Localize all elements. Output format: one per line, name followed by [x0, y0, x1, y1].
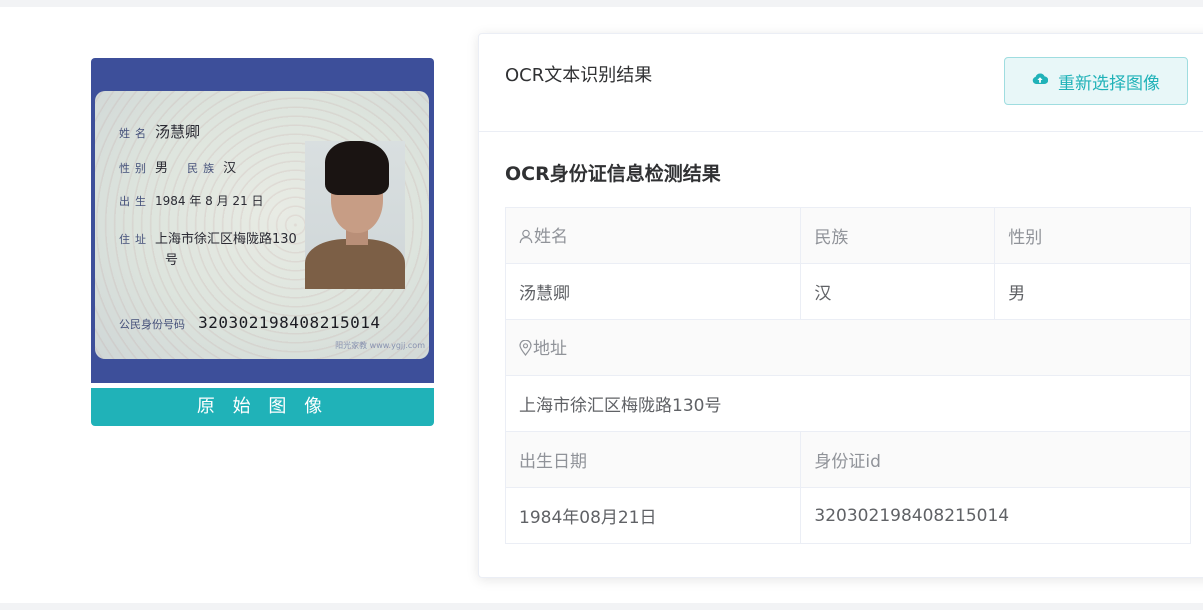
card-id-number: 320302198408215014 — [198, 313, 381, 332]
gender-value: 男 — [1008, 284, 1026, 304]
name-header-cell: 姓名 — [504, 207, 802, 264]
table-row: 汤慧卿 汉 男 — [504, 263, 1191, 320]
id-header-cell: 身份证id — [800, 431, 1191, 488]
name-value-cell: 汤慧卿 — [504, 263, 802, 320]
card-birth-value: 1984 年 8 月 21 日 — [155, 194, 264, 208]
gender-header: 性别 — [1008, 228, 1043, 248]
id-info-table: 姓名 民族 性别 汤慧卿 汉 男 地址 上海市徐汇区梅陇路130号 出生日期 身… — [504, 207, 1191, 544]
original-image-section: 姓名 汤慧卿 性别男 民族汉 出生 1984 年 8 月 21 日 住址 上海市徐汇区… — [91, 58, 434, 426]
card-gender-row: 性别男 民族汉 — [119, 157, 236, 176]
ethnicity-value-cell: 汉 — [800, 263, 996, 320]
table-row: 姓名 民族 性别 — [504, 207, 1191, 264]
ethnicity-value: 汉 — [814, 284, 832, 304]
card-name-value: 汤慧卿 — [155, 123, 201, 141]
reselect-image-button[interactable]: 重新选择图像 — [1004, 57, 1188, 105]
original-image-caption: 原 始 图 像 — [91, 388, 434, 426]
card-address-line1: 上海市徐汇区梅陇路130 — [155, 232, 297, 247]
card-id-label: 公民身份号码 — [119, 318, 185, 331]
name-header: 姓名 — [534, 227, 568, 247]
card-name-label: 姓名 — [119, 127, 151, 140]
birth-header: 出生日期 — [519, 452, 587, 472]
card-address-line2: 号 — [165, 253, 179, 268]
id-header: 身份证id — [814, 452, 881, 472]
id-card: 姓名 汤慧卿 性别男 民族汉 出生 1984 年 8 月 21 日 住址 上海市徐汇区… — [95, 91, 429, 359]
name-value: 汤慧卿 — [519, 284, 570, 304]
id-card-photo: 姓名 汤慧卿 性别男 民族汉 出生 1984 年 8 月 21 日 住址 上海市徐汇区… — [91, 58, 434, 383]
address-header: 地址 — [533, 339, 567, 359]
card-address-line2-row: 号 — [161, 249, 178, 268]
card-gender-label: 性别 — [119, 162, 151, 175]
page: 姓名 汤慧卿 性别男 民族汉 出生 1984 年 8 月 21 日 住址 上海市徐汇区… — [0, 7, 1203, 603]
card-ethnicity-value: 汉 — [223, 161, 237, 176]
cloud-upload-icon — [1032, 71, 1049, 91]
gender-header-cell: 性别 — [994, 207, 1191, 264]
user-icon — [519, 229, 533, 249]
card-address-row: 住址 上海市徐汇区梅陇路130 — [119, 228, 297, 247]
table-row: 1984年08月21日 320302198408215014 — [504, 487, 1191, 544]
ethnicity-header: 民族 — [814, 228, 849, 248]
table-row: 出生日期 身份证id — [504, 431, 1191, 488]
id-value: 320302198408215014 — [814, 505, 1010, 526]
table-row: 上海市徐汇区梅陇路130号 — [505, 375, 1191, 432]
card-address-label: 住址 — [119, 233, 151, 246]
address-value: 上海市徐汇区梅陇路130号 — [519, 396, 722, 416]
birth-header-cell: 出生日期 — [504, 431, 802, 488]
location-icon — [519, 339, 532, 361]
panel-title: OCR文本识别结果 — [505, 65, 653, 86]
card-name-row: 姓名 汤慧卿 — [119, 121, 200, 142]
address-value-cell: 上海市徐汇区梅陇路130号 — [505, 375, 1191, 432]
ethnicity-header-cell: 民族 — [800, 207, 996, 264]
card-birth-row: 出生 1984 年 8 月 21 日 — [119, 190, 264, 209]
gender-value-cell: 男 — [994, 263, 1191, 320]
id-value-cell: 320302198408215014 — [800, 487, 1191, 544]
section-title: OCR身份证信息检测结果 — [505, 163, 721, 185]
table-row: 地址 — [505, 319, 1191, 376]
card-birth-label: 出生 — [119, 195, 151, 208]
card-portrait — [305, 141, 405, 289]
birth-value: 1984年08月21日 — [519, 508, 657, 528]
panel-header: OCR文本识别结果 重新选择图像 — [479, 34, 1203, 132]
card-id-row: 公民身份号码 320302198408215014 — [119, 313, 380, 332]
card-ethnicity-label: 民族 — [187, 162, 220, 175]
ocr-result-panel: OCR文本识别结果 重新选择图像 OCR身份证信息检测结果 姓名 民族 性别 汤… — [478, 33, 1203, 578]
birth-value-cell: 1984年08月21日 — [504, 487, 802, 544]
card-gender-value: 男 — [155, 161, 169, 176]
address-header-cell: 地址 — [505, 319, 1191, 376]
reselect-button-label: 重新选择图像 — [1058, 73, 1160, 94]
card-credit: 阳光家教 www.ygjj.com — [335, 341, 425, 350]
